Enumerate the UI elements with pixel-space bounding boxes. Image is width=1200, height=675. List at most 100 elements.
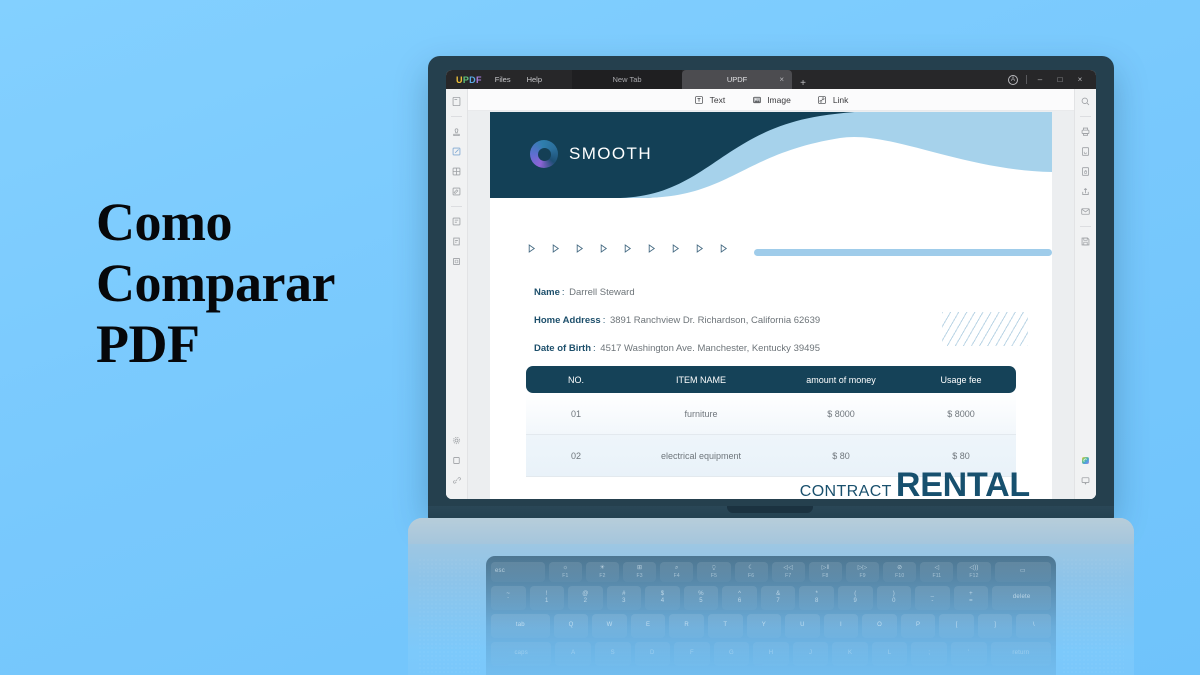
- title-underline: [754, 249, 1052, 256]
- key-f11: ◁ F11: [920, 562, 954, 582]
- divider: [1080, 116, 1091, 117]
- key-o: O: [862, 614, 897, 638]
- close-button[interactable]: ×: [1070, 70, 1090, 89]
- tab-bar: New Tab UPDF × +: [572, 70, 814, 89]
- keyboard: esc ☼ F1 ☀ F2 ⊞ F3 ⌕ F4 ⍜ F5 ☾ F6 ◁◁ F7 ▷‖ F8 ▷▷…: [486, 556, 1056, 675]
- key-f: F: [674, 642, 710, 666]
- title-rental: RENTAL: [895, 466, 1030, 499]
- field-date-of-birth-value: 4517 Washington Ave. Manchester, Kentuck…: [600, 343, 820, 354]
- convert-icon[interactable]: [1079, 145, 1092, 158]
- cell-item: furniture: [684, 408, 718, 419]
- toolbar-link-button[interactable]: Link: [817, 94, 849, 105]
- ocr-icon[interactable]: [450, 235, 463, 248]
- key-s: S: [594, 642, 631, 666]
- key-backtick: ~ `: [490, 586, 526, 610]
- crop-icon[interactable]: [450, 255, 463, 268]
- protect-icon[interactable]: [1079, 165, 1092, 178]
- divider: [451, 116, 462, 117]
- print-icon[interactable]: [1079, 125, 1092, 138]
- key-d: D: [634, 642, 671, 666]
- key-delete: delete: [992, 586, 1052, 610]
- account-button[interactable]: A: [1003, 70, 1023, 89]
- toolbar-image-button[interactable]: Image: [751, 94, 791, 105]
- smooth-logo-icon: [530, 140, 558, 168]
- hatch-decoration: [942, 312, 1028, 346]
- menu-bar: Files Help: [491, 70, 542, 89]
- key-j: J: [792, 642, 829, 666]
- image-icon: [751, 94, 762, 105]
- key-bracket-right: ]: [977, 614, 1013, 638]
- laptop-lid: UPDF Files Help New Tab UPDF × + A – □ ×…: [428, 56, 1114, 511]
- key-e: E: [630, 614, 666, 638]
- search-icon[interactable]: [1079, 95, 1092, 108]
- menu-item-files[interactable]: Files: [495, 75, 511, 84]
- key-8: * 8: [799, 586, 835, 610]
- cell-no: 01: [570, 408, 581, 419]
- account-icon: A: [1008, 74, 1018, 85]
- page-thumbnail-icon[interactable]: [450, 95, 463, 108]
- triangle-icon: [552, 244, 560, 253]
- link-tool-icon[interactable]: [450, 474, 463, 487]
- document-area: Text Image Link SMOOTH CONTRACT RENTAL N…: [468, 89, 1074, 499]
- key-f12: ◁)) F12: [957, 562, 991, 582]
- organize-pages-icon[interactable]: [450, 165, 463, 178]
- annotate-icon[interactable]: [450, 145, 463, 158]
- new-tab-button[interactable]: +: [792, 78, 814, 89]
- edit-pdf-icon[interactable]: [450, 185, 463, 198]
- tab-new-tab[interactable]: New Tab: [572, 70, 683, 89]
- laptop-mockup: UPDF Files Help New Tab UPDF × + A – □ ×…: [408, 56, 1134, 675]
- comment-icon[interactable]: [1079, 474, 1092, 487]
- key-u: U: [785, 614, 820, 638]
- tab-updf[interactable]: UPDF ×: [682, 70, 793, 89]
- key-backslash: \: [1016, 614, 1052, 638]
- email-icon[interactable]: [1079, 205, 1092, 218]
- key-f5: ⍜ F5: [697, 562, 731, 582]
- table-header-item-name: ITEM NAME: [675, 374, 726, 385]
- key-g: G: [713, 642, 750, 666]
- key-equals: + =: [953, 586, 989, 610]
- maximize-button[interactable]: □: [1050, 70, 1070, 89]
- key-t: T: [707, 614, 743, 638]
- close-icon[interactable]: ×: [779, 75, 784, 84]
- toolbar-text-button[interactable]: Text: [694, 94, 725, 105]
- key-f1: ☼ F1: [548, 562, 582, 582]
- page-scroll-area[interactable]: SMOOTH CONTRACT RENTAL Name: Darrell St…: [468, 111, 1074, 499]
- table-row: 01 furniture $ 8000 $ 8000: [526, 393, 1016, 435]
- key-k: K: [832, 642, 868, 666]
- document-header: SMOOTH: [490, 112, 1052, 198]
- divider: [451, 206, 462, 207]
- field-name-value: Darrell Steward: [569, 287, 635, 298]
- stamp-icon[interactable]: [450, 125, 463, 138]
- updf-application-window: UPDF Files Help New Tab UPDF × + A – □ ×…: [446, 70, 1096, 499]
- triangle-icon: [624, 244, 632, 253]
- edit-toolbar: Text Image Link: [468, 89, 1074, 111]
- right-toolbar-rail: [1074, 89, 1096, 499]
- field-home-address: Home Address: 3891 Ranchview Dr. Richard…: [534, 315, 820, 326]
- key-3: #3: [606, 586, 642, 610]
- page-title: Como Comparar PDF: [96, 192, 426, 375]
- left-toolbar-rail: [446, 89, 468, 499]
- headline-line-3: PDF: [96, 314, 200, 375]
- key-f3: ⊞ F3: [623, 562, 657, 582]
- form-icon[interactable]: [450, 215, 463, 228]
- toolbar-link-label: Link: [832, 94, 849, 105]
- key-minus: _ -: [915, 586, 950, 610]
- laptop-hinge-notch: [727, 506, 813, 513]
- key-q: Q: [553, 614, 589, 638]
- settings-icon[interactable]: [450, 434, 463, 447]
- triangle-icon: [648, 244, 656, 253]
- text-box-icon: [694, 94, 705, 105]
- key-1: ! 1: [529, 586, 565, 610]
- headline-line-2: Comparar: [96, 253, 335, 314]
- single-page-icon[interactable]: [450, 454, 463, 467]
- menu-item-help[interactable]: Help: [527, 75, 542, 84]
- save-icon[interactable]: [1079, 235, 1092, 248]
- colon: :: [593, 343, 596, 354]
- title-contract: CONTRACT: [799, 483, 892, 499]
- share-icon[interactable]: [1079, 185, 1092, 198]
- minimize-button[interactable]: –: [1030, 70, 1050, 89]
- field-home-address-label: Home Address: [534, 315, 601, 326]
- cell-fee: $ 8000: [947, 408, 975, 419]
- ai-assistant-icon[interactable]: [1079, 454, 1092, 467]
- key-f10: ⊘ F10: [883, 562, 917, 582]
